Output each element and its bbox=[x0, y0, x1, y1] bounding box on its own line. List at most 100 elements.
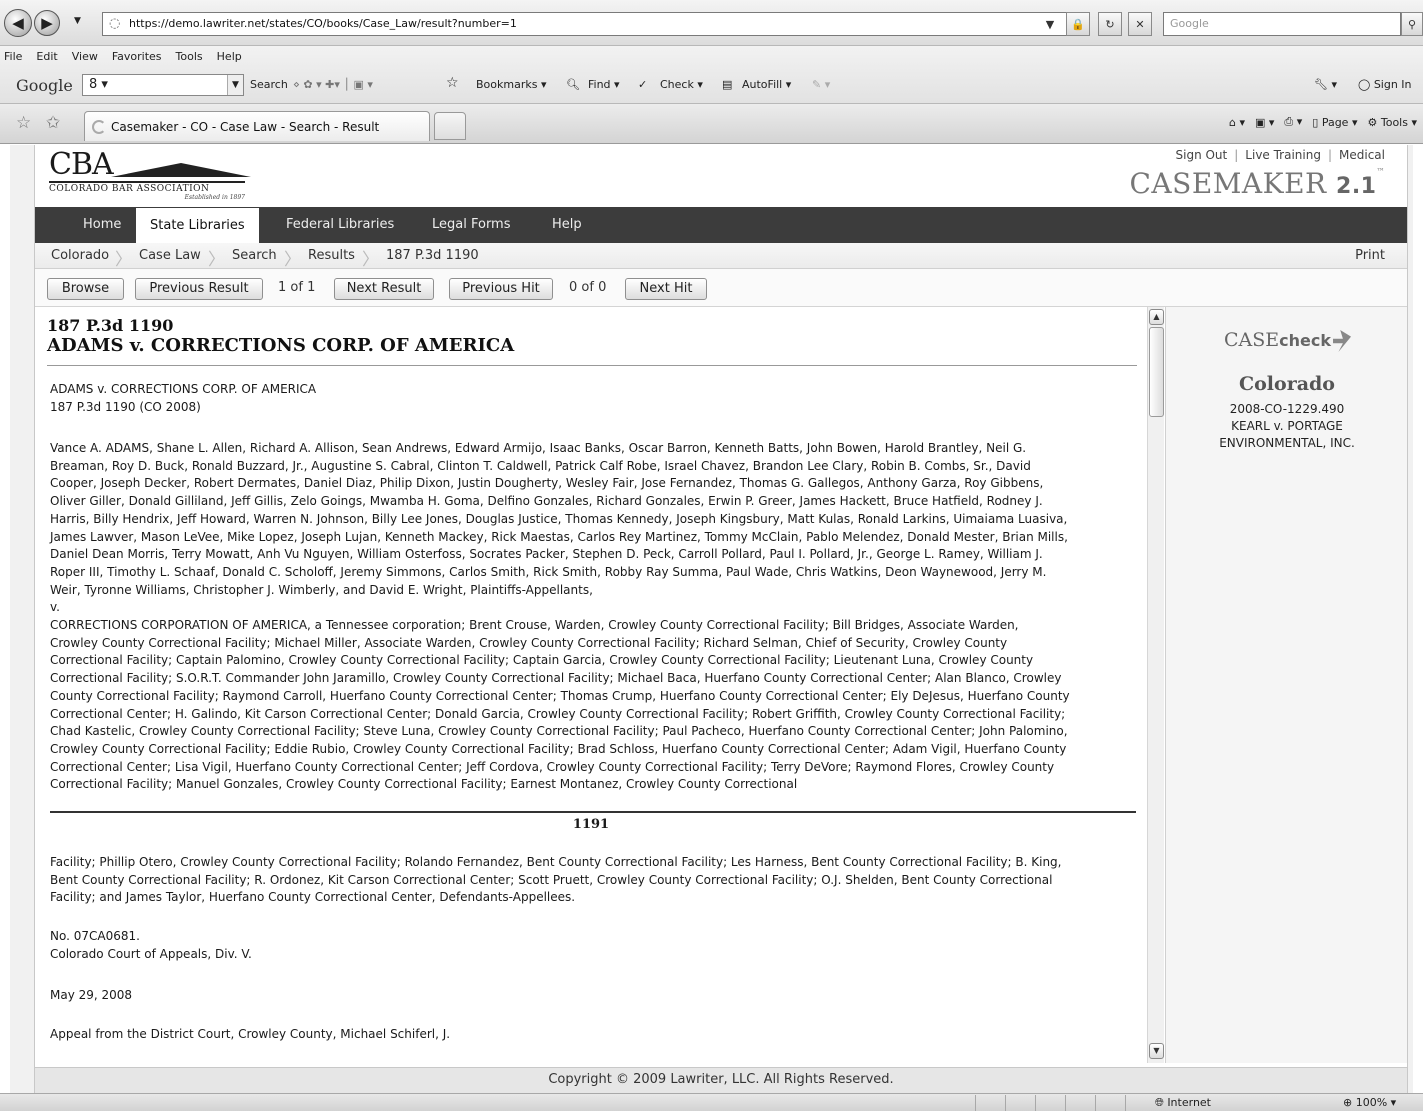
menu-edit[interactable]: Edit bbox=[36, 50, 57, 63]
next-hit-button[interactable]: Next Hit bbox=[625, 278, 707, 300]
trademark: ™ bbox=[1376, 167, 1385, 176]
nav-state-libraries[interactable]: State Libraries bbox=[136, 207, 259, 243]
chevron-right-icon: 〉 bbox=[208, 250, 225, 270]
crumb-results[interactable]: Results bbox=[308, 248, 355, 263]
live-training-link[interactable]: Live Training bbox=[1245, 148, 1321, 162]
crumb-current: 187 P.3d 1190 bbox=[386, 248, 479, 263]
next-result-button[interactable]: Next Result bbox=[334, 278, 434, 300]
loading-icon bbox=[92, 120, 106, 134]
case-docket: No. 07CA0681. Colorado Court of Appeals,… bbox=[50, 929, 252, 961]
result-navigation-bar: Browse Previous Result 1 of 1 Next Resul… bbox=[35, 269, 1407, 307]
bookmarks-button[interactable]: Bookmarks ▾ bbox=[476, 78, 547, 91]
menu-tools[interactable]: Tools bbox=[176, 50, 203, 63]
feeds-icon[interactable]: ▣ ▾ bbox=[1255, 116, 1274, 129]
url-text: https://demo.lawriter.net/states/CO/book… bbox=[129, 17, 517, 30]
menu-favorites[interactable]: Favorites bbox=[112, 50, 162, 63]
status-divider bbox=[1065, 1095, 1066, 1111]
tools-menu-label: Tools bbox=[1380, 115, 1408, 129]
case-header: ADAMS v. CORRECTIONS CORP. OF AMERICA 18… bbox=[50, 382, 317, 414]
autofill-button[interactable]: AutoFill ▾ bbox=[742, 78, 791, 91]
browse-button[interactable]: Browse bbox=[47, 278, 124, 300]
stop-button[interactable]: ✕ bbox=[1128, 12, 1152, 36]
main-nav: Home State Libraries Federal Libraries L… bbox=[35, 207, 1407, 243]
top-links: Sign Out | Live Training | Medical bbox=[1176, 148, 1386, 162]
mountains-icon bbox=[111, 163, 251, 177]
tools-menu[interactable]: ⚙ Tools ▾ bbox=[1367, 116, 1417, 129]
chevron-down-icon: ▼ bbox=[227, 75, 243, 95]
menu-file[interactable]: File bbox=[4, 50, 22, 63]
zoom-control[interactable]: ⊕ 100% ▾ bbox=[1343, 1096, 1396, 1109]
lock-icon[interactable]: 🔒 bbox=[1066, 12, 1090, 36]
favorites-star-icon[interactable]: ☆ bbox=[16, 113, 31, 133]
cba-name: COLORADO BAR ASSOCIATION bbox=[49, 181, 245, 194]
previous-hit-button[interactable]: Previous Hit bbox=[449, 278, 553, 300]
scroll-down-icon[interactable]: ▼ bbox=[1149, 1043, 1164, 1059]
document-scrollbar[interactable]: ▲ ▼ bbox=[1147, 307, 1164, 1063]
toolbar-misc-icons[interactable]: ⋄ ✿ ▾ ✚▾ │ ▣ ▾ bbox=[293, 78, 373, 91]
crumb-case-law[interactable]: Case Law bbox=[139, 248, 201, 263]
menu-bar: File Edit View Favorites Tools Help bbox=[4, 50, 242, 63]
case-parties-continued: Facility; Phillip Otero, Crowley County … bbox=[50, 855, 1062, 905]
casemaker-version: 2.1 bbox=[1336, 174, 1377, 199]
status-divider bbox=[1095, 1095, 1096, 1111]
sign-out-link[interactable]: Sign Out bbox=[1176, 148, 1228, 162]
refresh-button[interactable]: ↻ bbox=[1098, 12, 1122, 36]
casemaker-logo: CASEMAKER 2.1™ bbox=[1130, 167, 1386, 200]
casemaker-name: CASEMAKER bbox=[1129, 167, 1327, 200]
print-icon[interactable]: ⎙ ▾ bbox=[1284, 115, 1302, 129]
nav-federal-libraries[interactable]: Federal Libraries bbox=[272, 207, 408, 243]
page-number: 1191 bbox=[572, 817, 610, 832]
scroll-thumb[interactable] bbox=[1149, 327, 1164, 417]
find-button[interactable]: Find ▾ bbox=[588, 78, 620, 91]
google-search-select[interactable]: 8 ▾ ▼ bbox=[82, 74, 244, 96]
google-toolbar: Google 8 ▾ ▼ Search ⋄ ✿ ▾ ✚▾ │ ▣ ▾ ☆ Boo… bbox=[0, 72, 1423, 100]
url-field[interactable]: ◌ https://demo.lawriter.net/states/CO/bo… bbox=[102, 12, 1070, 36]
spellcheck-icon: ✓ bbox=[638, 78, 648, 91]
case-citation: 187 P.3d 1190 bbox=[47, 316, 174, 335]
page-icon: ◌ bbox=[109, 16, 121, 31]
add-favorites-icon[interactable]: ✩ bbox=[46, 113, 60, 133]
cba-logo[interactable]: CBA COLORADO BAR ASSOCIATION Established… bbox=[49, 149, 259, 203]
back-arrow-icon: ◀ bbox=[12, 14, 24, 32]
browser-tab-active[interactable]: Casemaker - CO - Case Law - Search - Res… bbox=[84, 111, 430, 141]
nav-legal-forms[interactable]: Legal Forms bbox=[418, 207, 525, 243]
back-button[interactable]: ◀ bbox=[4, 9, 32, 37]
menu-help[interactable]: Help bbox=[217, 50, 242, 63]
nav-help[interactable]: Help bbox=[538, 207, 596, 243]
status-bar: 🌐︎ Internet ⊕ 100% ▾ bbox=[0, 1093, 1423, 1111]
url-dropdown-icon[interactable]: ▼ bbox=[1038, 12, 1062, 36]
history-dropdown-icon[interactable]: ▼ bbox=[74, 16, 81, 26]
forward-button[interactable]: ▶ bbox=[34, 10, 60, 36]
crumb-search[interactable]: Search bbox=[232, 248, 277, 263]
cba-established: Established in 1897 bbox=[184, 194, 245, 201]
google-logo: Google bbox=[16, 76, 73, 95]
search-go-button[interactable]: ⚲ bbox=[1401, 12, 1423, 36]
new-tab-button[interactable] bbox=[434, 112, 466, 140]
highlight-icon[interactable]: ✎ ▾ bbox=[812, 78, 830, 91]
print-link[interactable]: Print bbox=[1355, 248, 1385, 263]
check-button[interactable]: Check ▾ bbox=[660, 78, 703, 91]
previous-result-button[interactable]: Previous Result bbox=[135, 278, 263, 300]
search-placeholder: Google bbox=[1170, 17, 1209, 30]
medical-link[interactable]: Medical bbox=[1339, 148, 1385, 162]
crumb-colorado[interactable]: Colorado bbox=[51, 248, 109, 263]
bookmark-star-icon[interactable]: ☆ bbox=[446, 75, 459, 91]
casecheck-panel: CASEcheck Colorado 2008-CO-1229.490 KEAR… bbox=[1165, 307, 1407, 1063]
sign-in-label: Sign In bbox=[1373, 78, 1412, 91]
menu-view[interactable]: View bbox=[72, 50, 98, 63]
security-zone[interactable]: 🌐︎ Internet bbox=[1155, 1096, 1211, 1110]
nav-home[interactable]: Home bbox=[69, 207, 135, 243]
browser-search-field[interactable]: Google bbox=[1163, 12, 1401, 36]
scroll-up-icon[interactable]: ▲ bbox=[1149, 309, 1164, 325]
google-search-button[interactable]: Search bbox=[250, 78, 288, 91]
casecheck-state: Colorado bbox=[1239, 373, 1335, 395]
forward-arrow-icon: ▶ bbox=[41, 14, 53, 32]
sign-in-button[interactable]: ◯ Sign In bbox=[1358, 78, 1412, 91]
chevron-right-icon: 〉 bbox=[115, 250, 132, 270]
page-menu[interactable]: ▯ Page ▾ bbox=[1312, 116, 1357, 129]
casecheck-related-case[interactable]: 2008-CO-1229.490 KEARL v. PORTAGE ENVIRO… bbox=[1166, 401, 1408, 452]
page-viewport: CBA COLORADO BAR ASSOCIATION Established… bbox=[10, 145, 1413, 1093]
settings-wrench-icon[interactable]: 🔧︎ ▾ bbox=[1314, 78, 1337, 91]
case-appeal: Appeal from the District Court, Crowley … bbox=[50, 1027, 451, 1041]
home-icon[interactable]: ⌂ ▾ bbox=[1229, 116, 1245, 129]
